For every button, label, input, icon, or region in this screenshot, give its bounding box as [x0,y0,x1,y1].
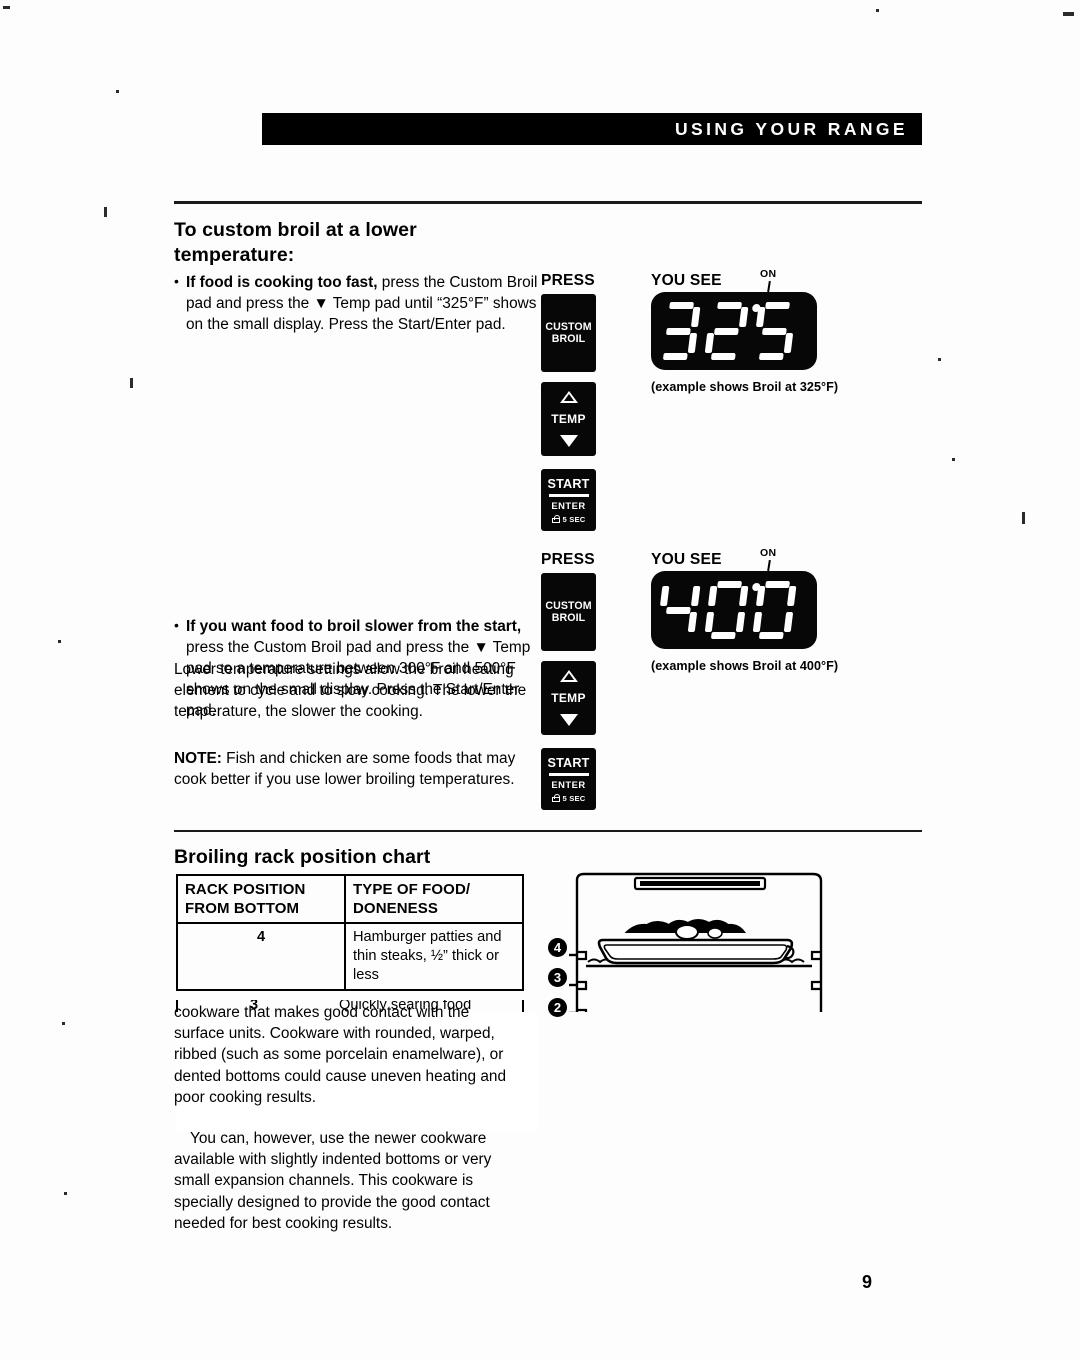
note-label: NOTE: [174,750,222,767]
rack-position-table-wrapper: RACK POSITION FROM BOTTOM TYPE OF FOOD/ … [170,868,535,1006]
display-caption-2: (example shows Broil at 400°F) [651,659,839,673]
bullet-1-lead: If food is cooking too fast, [186,274,378,291]
table-row: 4 Hamburger patties and thin steaks, ½” … [176,922,524,991]
scan-speck [952,458,955,461]
on-indicator-tick-1 [767,280,771,293]
table-header-row: RACK POSITION FROM BOTTOM TYPE OF FOOD/ … [176,874,524,924]
rack-position-marker-4: 4 [548,938,567,957]
scan-speck [62,1022,65,1025]
section-banner: USING YOUR RANGE [262,113,922,145]
scan-speck [876,9,879,12]
start-pad-divider [548,772,589,776]
seven-segment-digit [752,302,797,360]
temp-pad-2[interactable]: TEMP [541,661,596,735]
on-indicator-tick-2 [767,559,771,572]
rack-position-marker-2: 2 [548,998,567,1017]
scan-speck [3,6,10,9]
table-header-food: TYPE OF FOOD/ DONENESS [344,874,524,924]
paragraph-lower-temp: Lower temperature settings allow the bro… [174,661,527,721]
paragraph-note: NOTE: Fish and chicken are some foods th… [174,748,532,790]
custom-broil-pad-line2: BROIL [551,612,586,624]
start-pad-divider [548,493,589,497]
oven-diagram [555,862,845,1012]
scan-speck [64,1192,67,1195]
oven-display-2 [651,571,817,649]
triangle-down-icon[interactable] [559,714,578,726]
custom-broil-pad-line2: BROIL [551,333,586,345]
triangle-down-icon[interactable] [559,435,578,447]
temp-pad-1[interactable]: TEMP [541,382,596,456]
banner-title: USING YOUR RANGE [675,118,908,139]
triangle-up-icon[interactable] [559,670,578,682]
lock-icon [551,793,560,803]
horizontal-rule-middle [174,830,922,832]
seven-segment-digit [704,302,749,360]
instruction-bullet-1: If food is cooking too fast, press the C… [174,271,541,336]
page-title-rack-chart: Broiling rack position chart [174,846,431,868]
you-see-label-2: YOU SEE [651,551,722,568]
scan-speck [938,358,941,361]
custom-broil-pad-1[interactable]: CUSTOM BROIL [541,294,596,372]
start-enter-pad-1[interactable]: START ENTER 5 SEC [541,469,596,531]
seven-segment-digit [656,302,701,360]
scan-speck [116,90,119,93]
note-text: Fish and chicken are some foods that may… [174,750,516,789]
bullet-2-lead: If you want food to broil slower from th… [186,617,522,635]
press-label-1: PRESS [541,272,595,289]
seven-segment-digit [752,581,797,639]
rack-position-marker-3: 3 [548,968,567,987]
document-page: USING YOUR RANGE To custom broil at a lo… [0,0,1080,1360]
paragraph-cookware-contact: cookware that makes good contact with th… [174,1004,507,1106]
triangle-up-icon[interactable] [559,391,578,403]
on-indicator-label-1: ON [760,268,777,280]
table-header-position: RACK POSITION FROM BOTTOM [176,874,346,924]
table-cell-food: Hamburger patties and thin steaks, ½” th… [344,922,524,991]
temp-pad-label: TEMP [551,412,586,426]
seven-segment-digit [704,581,749,639]
rack-position-table: RACK POSITION FROM BOTTOM TYPE OF FOOD/ … [176,874,524,991]
you-see-label-1: YOU SEE [651,272,722,289]
start-pad-label: START [547,476,590,491]
custom-broil-pad-line1: CUSTOM [545,599,592,612]
seven-segment-digit [656,581,701,639]
scan-speck [1022,512,1025,524]
temp-pad-label: TEMP [551,691,586,705]
custom-broil-pad-2[interactable]: CUSTOM BROIL [541,573,596,651]
horizontal-rule-top [174,201,922,204]
enter-pad-label: ENTER [551,778,586,790]
scan-speck [130,378,133,388]
press-label-2: PRESS [541,551,595,568]
scan-speck [1063,12,1074,16]
page-number: 9 [862,1272,873,1292]
lock-icon [551,514,560,524]
scan-speck [104,207,107,217]
start-enter-pad-2[interactable]: START ENTER 5 SEC [541,748,596,810]
enter-pad-label: ENTER [551,499,586,511]
start-pad-sec-label: 5 SEC [562,514,586,524]
display-caption-1: (example shows Broil at 325°F) [651,380,839,394]
oven-diagram-svg [569,872,823,1012]
table-cell-position: 4 [176,922,346,991]
oven-display-1 [651,292,817,370]
scan-speck [58,640,61,643]
start-pad-sec-label: 5 SEC [562,793,586,803]
paragraph-cookware-newer: You can, however, use the newer cookware… [174,1130,492,1232]
custom-broil-pad-line1: CUSTOM [545,320,592,333]
start-pad-label: START [547,755,590,770]
page-title-custom-broil: To custom broil at a lower temperature: [174,219,417,266]
on-indicator-label-2: ON [760,547,777,559]
